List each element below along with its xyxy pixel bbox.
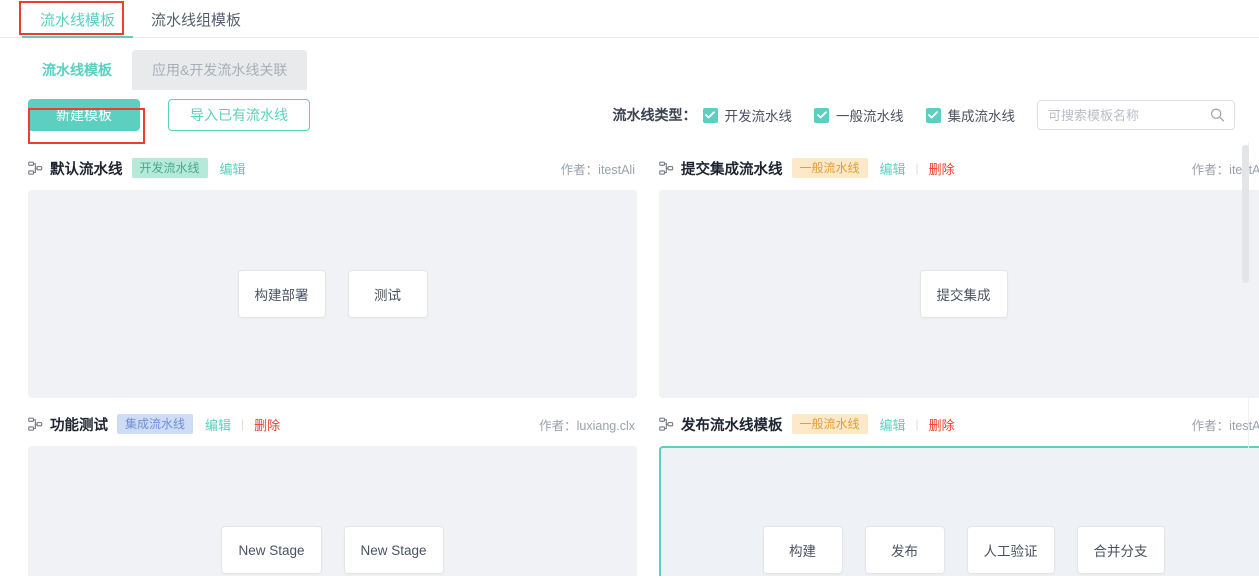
author-prefix: 作者： [539, 418, 577, 433]
search-box[interactable] [1037, 100, 1235, 130]
filter-label-integration: 集成流水线 [947, 109, 1016, 124]
filter-label-dev: 开发流水线 [724, 109, 793, 124]
template-type-badge: 集成流水线 [117, 414, 194, 434]
edit-link[interactable]: 编辑 [205, 415, 231, 434]
stage-node[interactable]: 构建部署 [237, 270, 326, 318]
template-card: 发布流水线模板 一般流水线 编辑 | 删除 作者：itestAli 构建 发布 … [659, 398, 1259, 576]
edit-link[interactable]: 编辑 [880, 415, 906, 434]
stage-list: 构建部署 测试 [237, 270, 428, 318]
sub-tab-label: 流水线模板 [42, 62, 112, 78]
pipeline-type-filter-label: 流水线类型： [612, 107, 697, 123]
template-type-badge: 一般流水线 [791, 414, 868, 434]
stage-node[interactable]: 测试 [347, 270, 428, 318]
template-card: 功能测试 集成流水线 编辑 | 删除 作者：luxiang.clx New St… [28, 398, 637, 576]
author-prefix: 作者： [1191, 418, 1230, 433]
top-tab-pipeline-template[interactable]: 流水线模板 [22, 12, 134, 38]
template-card-header: 默认流水线 开发流水线 编辑 作者：itestAli [28, 156, 637, 180]
template-card-header: 发布流水线模板 一般流水线 编辑 | 删除 作者：itestAli [659, 412, 1259, 436]
sub-tabbar: 流水线模板 应用&开发流水线关联 [0, 38, 1259, 90]
delete-link[interactable]: 删除 [929, 415, 955, 434]
template-card: 提交集成流水线 一般流水线 编辑 | 删除 作者：itestAli 提交集成 [659, 142, 1259, 398]
filter-checkbox-dev[interactable]: 开发流水线 [702, 105, 793, 125]
pipeline-icon [28, 161, 43, 176]
stage-list: 提交集成 [919, 270, 1008, 318]
vertical-scrollbar[interactable] [1242, 142, 1249, 576]
author-name: itestAli [598, 162, 635, 177]
template-title: 发布流水线模板 [681, 417, 783, 434]
stage-node[interactable]: New Stage [221, 526, 322, 574]
delete-link[interactable]: 删除 [929, 159, 955, 178]
stage-node[interactable]: 发布 [864, 526, 945, 574]
template-canvas[interactable]: 构建部署 测试 [28, 190, 637, 398]
stage-list: 构建 发布 人工验证 合并分支 [762, 526, 1165, 574]
delete-link[interactable]: 删除 [254, 415, 280, 434]
edit-link[interactable]: 编辑 [880, 159, 906, 178]
stage-node[interactable]: 合并分支 [1076, 526, 1165, 574]
template-canvas[interactable]: 提交集成 [659, 190, 1259, 398]
action-separator: | [915, 161, 919, 175]
author-name: luxiang.clx [576, 418, 635, 433]
template-canvas[interactable]: 构建 发布 人工验证 合并分支 [659, 446, 1259, 576]
filter-checkbox-integration[interactable]: 集成流水线 [925, 105, 1016, 125]
action-separator: | [915, 417, 919, 431]
stage-node[interactable]: New Stage [343, 526, 444, 574]
filter-label-general: 一般流水线 [836, 109, 904, 124]
stage-node[interactable]: 构建 [762, 526, 843, 574]
template-type-badge: 一般流水线 [791, 158, 868, 178]
new-template-button[interactable]: 新建模板 [28, 99, 140, 131]
import-pipeline-button-label: 导入已有流水线 [190, 107, 288, 123]
filter-checkbox-general[interactable]: 一般流水线 [814, 105, 904, 125]
top-tab-label: 流水线组模板 [151, 12, 242, 29]
scrollbar-thumb[interactable] [1242, 145, 1249, 283]
new-template-button-label: 新建模板 [56, 107, 112, 123]
action-separator: | [241, 417, 245, 431]
template-title: 默认流水线 [50, 161, 123, 178]
search-input[interactable] [1038, 101, 1234, 129]
edit-link[interactable]: 编辑 [220, 159, 246, 178]
template-title: 提交集成流水线 [681, 161, 783, 178]
sub-tab-app-dev-pipeline-relation[interactable]: 应用&开发流水线关联 [132, 50, 308, 90]
template-type-badge: 开发流水线 [131, 158, 208, 178]
template-list-scroll-region: 默认流水线 开发流水线 编辑 作者：itestAli 构建部署 测试 提交集成流… [0, 142, 1259, 576]
template-author: 作者：itestAli [561, 159, 635, 178]
template-canvas[interactable]: New Stage New Stage [28, 446, 637, 576]
pipeline-icon [659, 417, 674, 432]
check-icon [925, 107, 941, 123]
top-tab-pipeline-group-template[interactable]: 流水线组模板 [133, 13, 259, 37]
check-icon [814, 107, 829, 123]
stage-node[interactable]: 提交集成 [919, 270, 1008, 318]
sub-tab-label: 应用&开发流水线关联 [152, 62, 288, 78]
pipeline-icon [28, 417, 43, 432]
author-prefix: 作者： [560, 162, 599, 177]
stage-list: New Stage New Stage [221, 526, 444, 574]
filter-area: 流水线类型： 开发流水线 一般流水线 集成流水线 [612, 100, 1235, 130]
sub-tab-pipeline-template[interactable]: 流水线模板 [22, 50, 132, 90]
template-card-grid: 默认流水线 开发流水线 编辑 作者：itestAli 构建部署 测试 提交集成流… [0, 142, 1259, 576]
check-icon [702, 107, 718, 123]
import-existing-pipeline-button[interactable]: 导入已有流水线 [168, 99, 310, 131]
author-prefix: 作者： [1191, 162, 1230, 177]
template-author: 作者：luxiang.clx [539, 415, 635, 434]
search-icon[interactable] [1210, 108, 1225, 123]
template-title: 功能测试 [50, 417, 108, 434]
template-card-header: 提交集成流水线 一般流水线 编辑 | 删除 作者：itestAli [659, 156, 1259, 180]
template-card-header: 功能测试 集成流水线 编辑 | 删除 作者：luxiang.clx [28, 412, 637, 436]
top-level-tabbar: 流水线模板 流水线组模板 [0, 0, 1259, 38]
toolbar: 新建模板 导入已有流水线 流水线类型： 开发流水线 一般流水线 集成流水线 [0, 90, 1259, 142]
template-card: 默认流水线 开发流水线 编辑 作者：itestAli 构建部署 测试 [28, 142, 637, 398]
stage-node[interactable]: 人工验证 [966, 526, 1055, 574]
pipeline-icon [659, 161, 674, 176]
top-tab-label: 流水线模板 [40, 12, 116, 29]
